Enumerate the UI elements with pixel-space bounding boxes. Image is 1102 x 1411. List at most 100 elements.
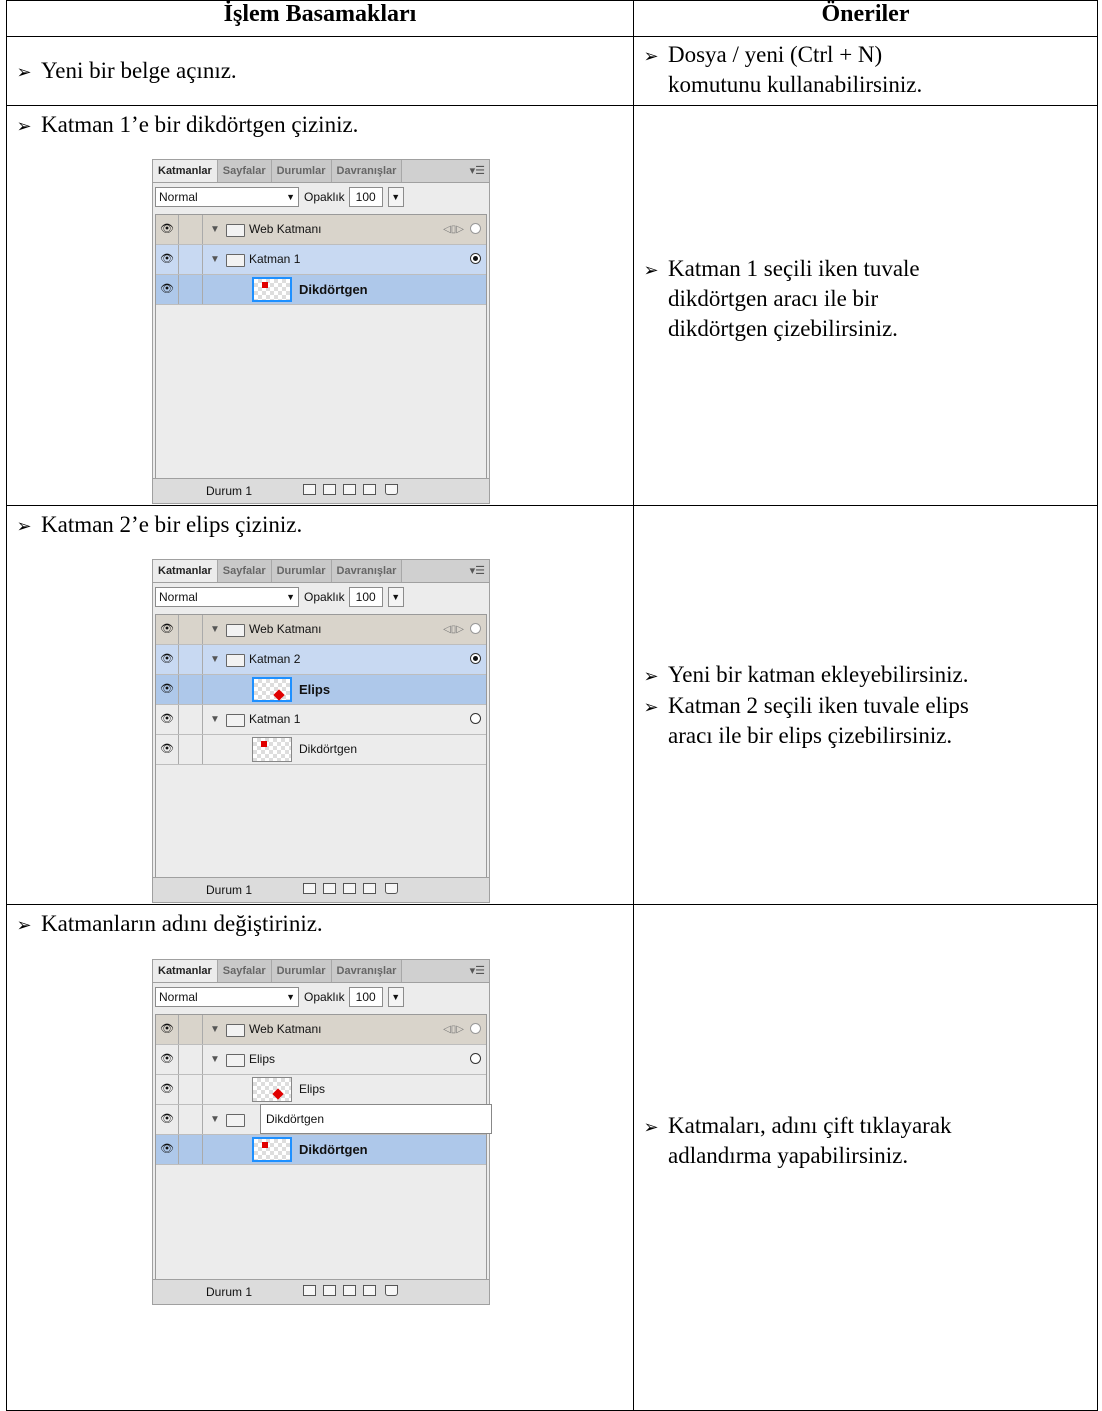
eye-icon[interactable]: 👁 — [156, 215, 179, 244]
tab-behaviors[interactable]: Davranışlar — [331, 560, 403, 582]
panel-footer: Durum 1 — [153, 478, 489, 503]
layer-row-katman1[interactable]: 👁 ▼ Katman 1 — [156, 705, 486, 735]
object-row-rectangle[interactable]: 👁 Dikdörtgen — [156, 735, 486, 765]
tab-layers[interactable]: Katmanlar — [153, 560, 218, 582]
blend-mode-select[interactable]: Normal ▼ — [155, 987, 299, 1007]
mask-icon[interactable] — [343, 883, 356, 894]
lock-slot[interactable] — [179, 675, 203, 704]
layer-row-rename[interactable]: 👁 ▼ Dikdörtgen — [156, 1104, 492, 1135]
layer-radio[interactable] — [470, 223, 481, 234]
object-row-ellipse[interactable]: 👁 Elips — [156, 1075, 486, 1105]
tab-layers[interactable]: Katmanlar — [153, 960, 218, 982]
opacity-label: Opaklık — [304, 990, 345, 1004]
lock-slot[interactable] — [179, 1135, 203, 1164]
expand-triangle-icon[interactable]: ▼ — [210, 615, 220, 644]
web-layer-icon: ◁▯▷ — [443, 224, 464, 235]
tab-states[interactable]: Durumlar — [271, 160, 332, 182]
lock-slot[interactable] — [179, 1045, 203, 1074]
lock-slot[interactable] — [179, 615, 203, 644]
layer-rename-input[interactable]: Dikdörtgen — [260, 1104, 492, 1134]
duplicate-icon[interactable] — [363, 484, 376, 495]
eye-icon[interactable]: 👁 — [156, 705, 179, 734]
trash-icon[interactable] — [385, 484, 398, 495]
panel-footer: Durum 1 — [153, 1279, 489, 1304]
opacity-dropdown-button[interactable]: ▼ — [387, 587, 404, 607]
layer-row-elips[interactable]: 👁 ▼ Elips — [156, 1045, 486, 1075]
tab-pages[interactable]: Sayfalar — [217, 160, 272, 182]
lock-slot[interactable] — [179, 215, 203, 244]
eye-icon[interactable]: 👁 — [156, 1045, 179, 1074]
trash-icon[interactable] — [385, 1285, 398, 1296]
eye-icon[interactable]: 👁 — [156, 245, 179, 274]
opacity-input[interactable]: 100 — [348, 987, 383, 1007]
object-row-ellipse[interactable]: 👁 Elips — [156, 675, 486, 705]
tab-states[interactable]: Durumlar — [271, 960, 332, 982]
lock-slot[interactable] — [179, 1015, 203, 1044]
tab-behaviors[interactable]: Davranışlar — [331, 960, 403, 982]
blend-mode-select[interactable]: Normal ▼ — [155, 587, 299, 607]
new-sublayer-icon[interactable] — [303, 484, 316, 495]
layer-radio[interactable] — [470, 623, 481, 634]
mask-icon[interactable] — [343, 1285, 356, 1296]
layer-radio-active[interactable] — [470, 253, 481, 264]
new-sublayer-icon[interactable] — [303, 883, 316, 894]
expand-triangle-icon[interactable]: ▼ — [210, 215, 220, 244]
tab-pages[interactable]: Sayfalar — [217, 960, 272, 982]
trash-icon[interactable] — [385, 883, 398, 894]
lock-slot[interactable] — [179, 1105, 203, 1134]
opacity-input[interactable]: 100 — [348, 187, 383, 207]
layer-row-web[interactable]: 👁 ▼ Web Katmanı ◁▯▷ — [156, 615, 486, 645]
eye-icon[interactable]: 👁 — [156, 1135, 179, 1164]
new-sublayer-icon[interactable] — [303, 1285, 316, 1296]
header-steps: İşlem Basamakları — [6, 0, 634, 37]
layer-radio[interactable] — [470, 1053, 481, 1064]
tab-states[interactable]: Durumlar — [271, 560, 332, 582]
panel-menu-icon[interactable]: ▾☰ — [470, 160, 485, 182]
object-row-rectangle[interactable]: 👁 Dikdörtgen — [156, 275, 486, 305]
expand-triangle-icon[interactable]: ▼ — [210, 1045, 220, 1074]
opacity-input[interactable]: 100 — [348, 587, 383, 607]
expand-triangle-icon[interactable]: ▼ — [210, 705, 220, 734]
layer-radio-active[interactable] — [470, 653, 481, 664]
opacity-dropdown-button[interactable]: ▼ — [387, 987, 404, 1007]
eye-icon[interactable]: 👁 — [156, 275, 179, 304]
expand-triangle-icon[interactable]: ▼ — [210, 1015, 220, 1044]
lock-slot[interactable] — [179, 1075, 203, 1104]
eye-icon[interactable]: 👁 — [156, 1075, 179, 1104]
new-layer-icon[interactable] — [323, 883, 336, 894]
layer-row-katman1[interactable]: 👁 ▼ Katman 1 — [156, 245, 486, 275]
expand-triangle-icon[interactable]: ▼ — [210, 245, 220, 274]
opacity-dropdown-button[interactable]: ▼ — [387, 187, 404, 207]
expand-triangle-icon[interactable]: ▼ — [210, 645, 220, 674]
new-layer-icon[interactable] — [323, 1285, 336, 1296]
duplicate-icon[interactable] — [363, 883, 376, 894]
layer-row-web[interactable]: 👁 ▼ Web Katmanı ◁▯▷ — [156, 1015, 486, 1045]
eye-icon[interactable]: 👁 — [156, 645, 179, 674]
new-layer-icon[interactable] — [323, 484, 336, 495]
layer-row-katman2[interactable]: 👁 ▼ Katman 2 — [156, 645, 486, 675]
lock-slot[interactable] — [179, 275, 203, 304]
eye-icon[interactable]: 👁 — [156, 1015, 179, 1044]
lock-slot[interactable] — [179, 645, 203, 674]
panel-menu-icon[interactable]: ▾☰ — [470, 560, 485, 582]
eye-icon[interactable]: 👁 — [156, 615, 179, 644]
tab-behaviors[interactable]: Davranışlar — [331, 160, 403, 182]
tab-layers[interactable]: Katmanlar — [153, 160, 218, 182]
lock-slot[interactable] — [179, 245, 203, 274]
mask-icon[interactable] — [343, 484, 356, 495]
lock-slot[interactable] — [179, 705, 203, 734]
blend-mode-select[interactable]: Normal ▼ — [155, 187, 299, 207]
layer-row-web[interactable]: 👁 ▼ Web Katmanı ◁▯▷ — [156, 215, 486, 245]
tab-pages[interactable]: Sayfalar — [217, 560, 272, 582]
eye-icon[interactable]: 👁 — [156, 675, 179, 704]
lock-slot[interactable] — [179, 735, 203, 764]
layers-panel: Katmanlar Sayfalar Durumlar Davranışlar … — [152, 959, 492, 1305]
eye-icon[interactable]: 👁 — [156, 1105, 179, 1134]
layer-radio[interactable] — [470, 1023, 481, 1034]
duplicate-icon[interactable] — [363, 1285, 376, 1296]
eye-icon[interactable]: 👁 — [156, 735, 179, 764]
panel-menu-icon[interactable]: ▾☰ — [470, 960, 485, 982]
object-row-rectangle[interactable]: 👁 Dikdörtgen — [156, 1135, 486, 1165]
layer-radio[interactable] — [470, 713, 481, 724]
expand-triangle-icon[interactable]: ▼ — [210, 1105, 220, 1134]
